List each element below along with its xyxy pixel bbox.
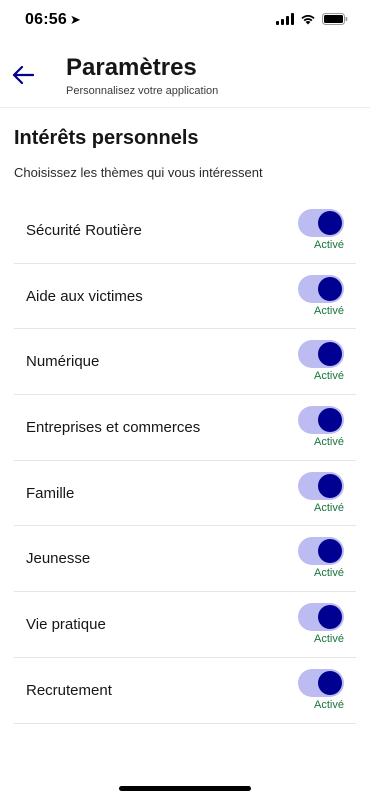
toggle-state-label: Activé [314, 304, 344, 317]
toggle-knob [318, 605, 342, 630]
status-time: 06:56 ➤ [25, 11, 81, 29]
toggle-state-label: Activé [314, 436, 344, 449]
toggle-knob [318, 211, 342, 235]
toggle-state-label: Activé [314, 239, 344, 251]
interest-row-entreprises-et-commerces: Entreprises et commerces Activé [14, 395, 356, 461]
interest-toggle[interactable] [298, 406, 344, 435]
toggle-knob [318, 473, 342, 498]
home-indicator [119, 786, 251, 791]
interest-label: Vie pratique [26, 616, 106, 634]
header: Paramètres Personnalisez votre applicati… [0, 40, 370, 108]
interest-toggle[interactable] [298, 537, 344, 566]
interest-row-famille: Famille Activé [14, 461, 356, 527]
interest-row-aide-aux-victimes: Aide aux victimes Activé [14, 264, 356, 330]
toggle-state-label: Activé [314, 698, 344, 711]
back-button[interactable] [10, 62, 36, 88]
status-bar: 06:56 ➤ [0, 0, 370, 40]
interest-label: Recrutement [26, 681, 112, 699]
interest-toggle[interactable] [298, 603, 344, 632]
interest-toggle[interactable] [298, 668, 344, 697]
toggle-knob [318, 276, 342, 301]
arrow-left-icon [12, 66, 34, 84]
toggle-knob [318, 670, 342, 695]
interest-label: Sécurité Routière [26, 222, 142, 239]
interest-toggle[interactable] [298, 471, 344, 500]
battery-icon [322, 13, 348, 25]
toggle-state-label: Activé [314, 567, 344, 580]
interest-toggle[interactable] [298, 274, 344, 303]
wifi-icon [300, 13, 316, 25]
interest-row-recrutement: Recrutement Activé [14, 658, 356, 724]
toggle-state-label: Activé [314, 370, 344, 383]
toggle-knob [318, 342, 342, 367]
page-title: Paramètres [66, 54, 197, 81]
interests-list: Sécurité Routière Activé Aide aux victim… [14, 198, 356, 724]
toggle-state-label: Activé [314, 633, 344, 646]
interest-row-jeunesse: Jeunesse Activé [14, 526, 356, 593]
interest-toggle[interactable] [298, 340, 344, 369]
interest-label: Jeunesse [26, 550, 91, 568]
toggle-knob [318, 408, 342, 433]
interest-row-numerique: Numérique Activé [14, 329, 356, 396]
interest-row-vie-pratique: Vie pratique Activé [14, 592, 356, 658]
interest-label: Entreprises et commerces [26, 419, 201, 437]
toggle-knob [318, 539, 342, 564]
page-subtitle: Personnalisez votre application [66, 85, 219, 97]
section-title: Intérêts personnels [14, 127, 199, 149]
status-time-text: 06:56 [25, 11, 67, 28]
interest-toggle[interactable] [298, 209, 344, 237]
cellular-signal-icon [276, 13, 294, 25]
interest-label: Aide aux victimes [26, 287, 143, 305]
interest-row-securite-routiere: Sécurité Routière Activé [14, 198, 356, 264]
interest-label: Numérique [26, 353, 100, 371]
status-icons [276, 13, 348, 25]
toggle-state-label: Activé [314, 501, 344, 514]
location-arrow-icon: ➤ [69, 12, 82, 27]
interest-label: Famille [26, 484, 75, 502]
section-description: Choisissez les thèmes qui vous intéresse… [14, 165, 263, 180]
